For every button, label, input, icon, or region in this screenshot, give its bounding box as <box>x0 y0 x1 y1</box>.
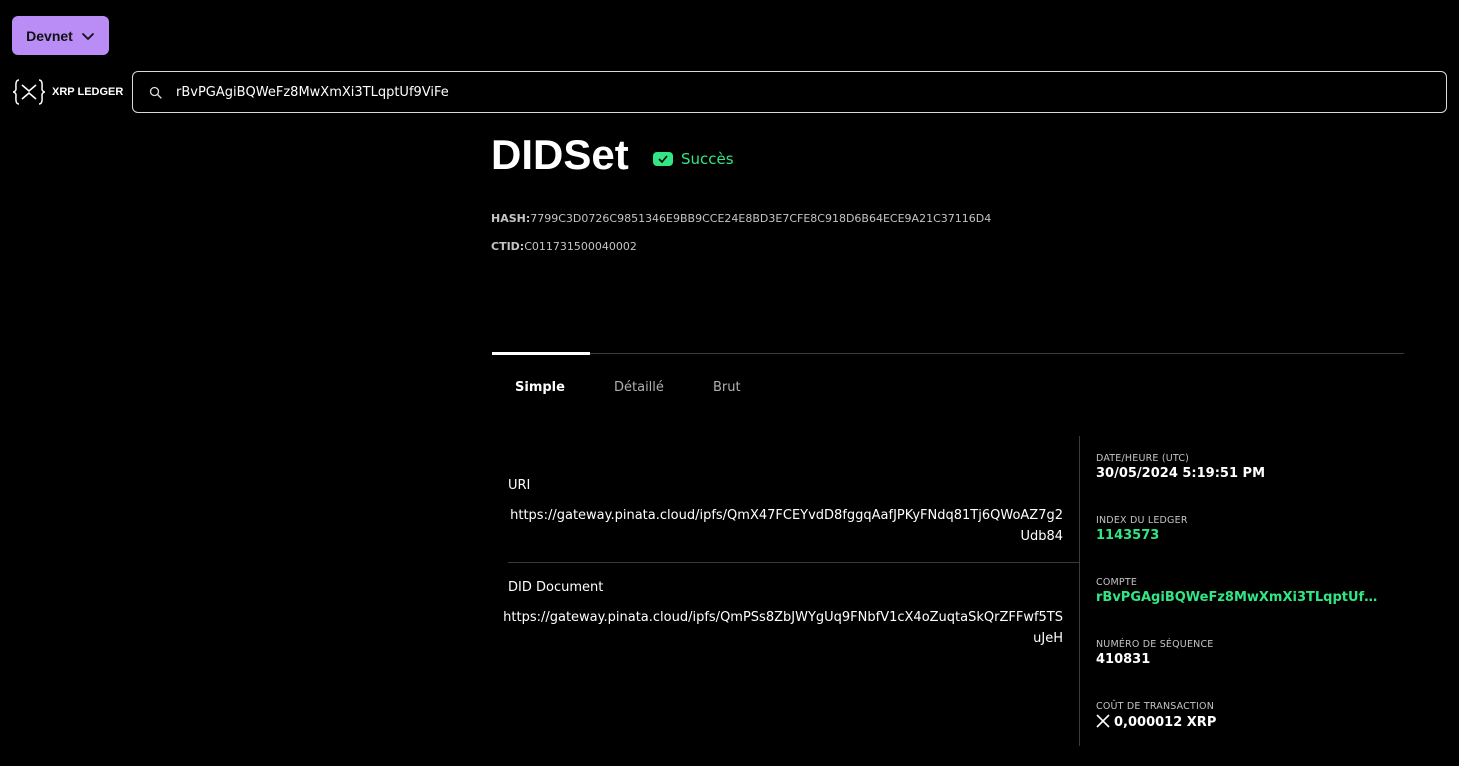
status-text: Succès <box>681 150 734 168</box>
did-document-label: DID Document <box>508 580 604 595</box>
page: Devnet XRP LEDGER DIDSet Succès HASH:779… <box>0 0 1459 766</box>
search-bar[interactable] <box>132 71 1447 113</box>
search-input[interactable] <box>174 83 1378 101</box>
active-tab-indicator <box>492 352 590 355</box>
tabs-divider <box>492 353 1404 354</box>
xrpl-logo[interactable]: XRP LEDGER <box>12 77 123 107</box>
uri-label: URI <box>508 478 531 493</box>
account-link[interactable]: rBvPGAgiBQWeFz8MwXmXi3TLqptUf9ViFe <box>1096 590 1386 605</box>
fee-value: 0,000012 XRP <box>1114 715 1217 730</box>
account-label: COMPTE <box>1096 577 1138 588</box>
ledger-index-link[interactable]: 1143573 <box>1096 528 1159 543</box>
ledger-index-label: INDEX DU LEDGER <box>1096 515 1188 526</box>
search-icon <box>149 86 162 99</box>
panel-divider <box>1079 436 1080 746</box>
hash-line: HASH:7799C3D0726C9851346E9BB9CCE24E8BD3E… <box>491 212 991 225</box>
uri-value: https://gateway.pinata.cloud/ipfs/QmX47F… <box>510 508 1063 544</box>
tab-detailed[interactable]: Détaillé <box>614 380 664 395</box>
fee-value-row: 0,000012 XRP <box>1096 714 1216 730</box>
transaction-type-title: DIDSet <box>491 131 629 178</box>
logo-text: XRP LEDGER <box>52 86 124 98</box>
hash-value: 7799C3D0726C9851346E9BB9CCE24E8BD3E7CFE8… <box>530 212 992 225</box>
did-document-value: https://gateway.pinata.cloud/ipfs/QmPSs8… <box>503 610 1063 646</box>
ctid-value: C011731500040002 <box>524 240 637 253</box>
check-icon <box>653 152 673 166</box>
chevron-down-icon <box>81 32 94 40</box>
datetime-label: DATE/HEURE (UTC) <box>1096 453 1190 464</box>
field-divider <box>508 562 1079 563</box>
network-selector-button[interactable]: Devnet <box>12 16 109 55</box>
ctid-label: CTID: <box>491 240 525 253</box>
network-label: Devnet <box>26 27 73 44</box>
status-badge: Succès <box>653 150 734 168</box>
xrp-logo-icon <box>12 79 46 105</box>
tab-raw[interactable]: Brut <box>713 380 741 395</box>
sequence-label: NUMÉRO DE SÉQUENCE <box>1096 639 1214 650</box>
hash-label: HASH: <box>491 212 531 225</box>
tab-simple[interactable]: Simple <box>515 380 565 395</box>
fee-label: COÛT DE TRANSACTION <box>1096 701 1215 712</box>
sequence-value: 410831 <box>1096 652 1151 667</box>
ctid-line: CTID:C011731500040002 <box>491 240 637 253</box>
xrp-icon <box>1096 714 1110 728</box>
datetime-value: 30/05/2024 5:19:51 PM <box>1096 466 1265 481</box>
